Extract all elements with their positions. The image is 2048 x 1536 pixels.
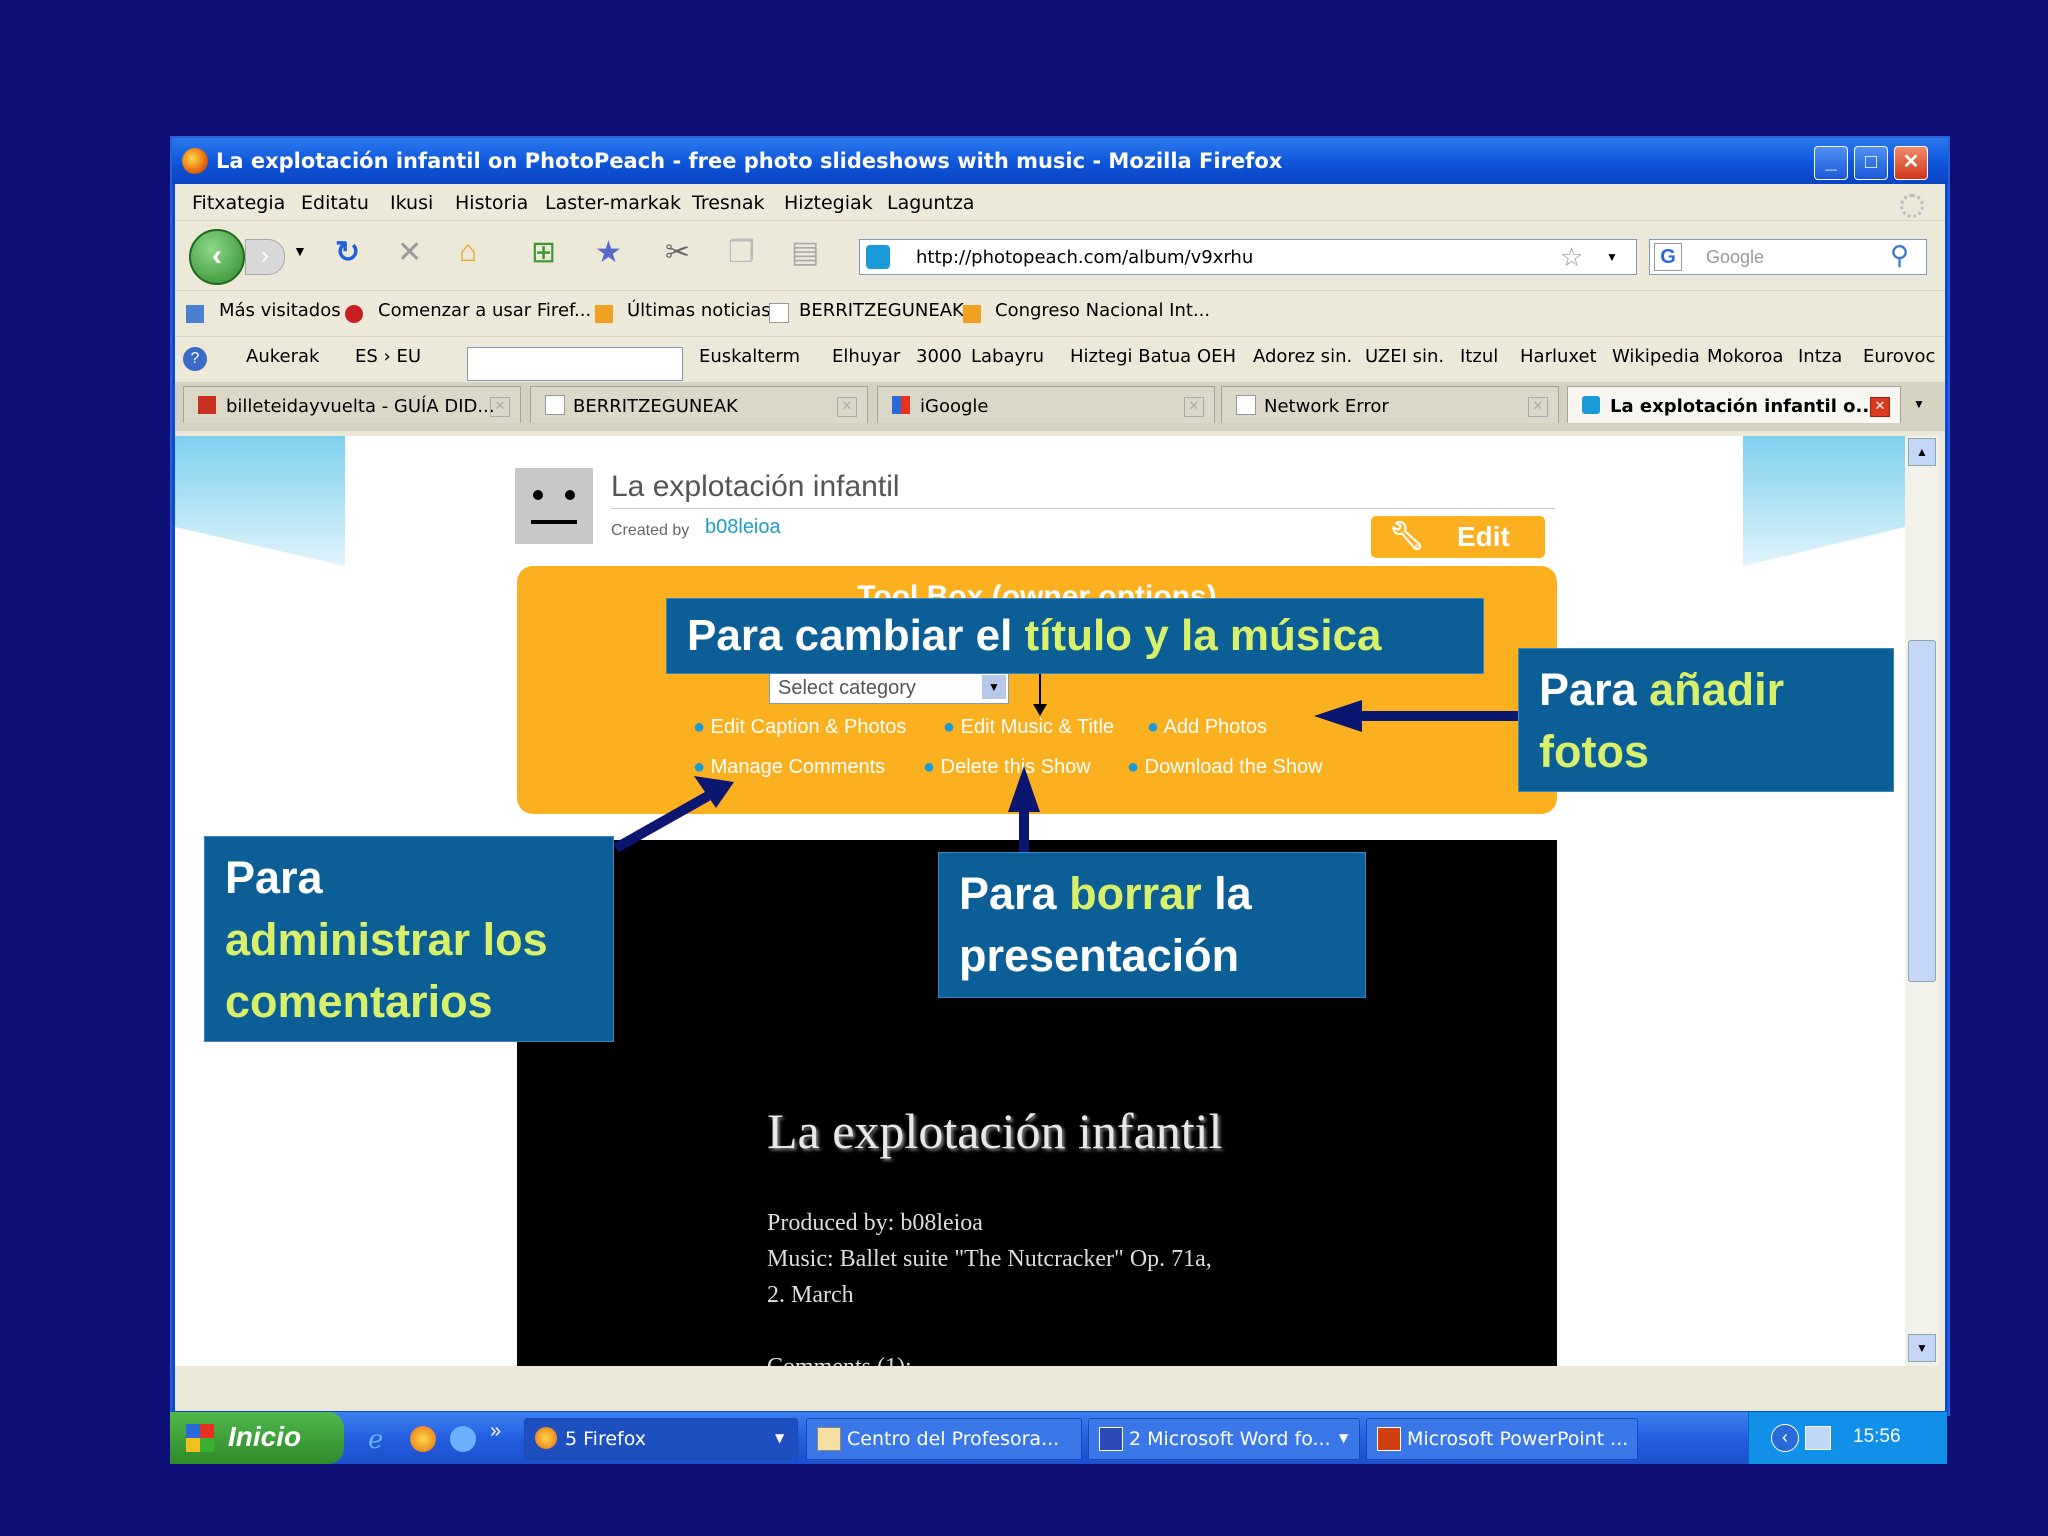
start-button[interactable]: Inicio [170, 1412, 344, 1464]
task-centro-profesorado[interactable]: Centro del Profesora... [806, 1418, 1082, 1460]
group-dropdown-icon[interactable]: ▼ [1339, 1431, 1348, 1445]
task-firefox[interactable]: 5 Firefox ▼ [524, 1418, 798, 1460]
windows-logo-icon [186, 1424, 214, 1452]
arrow-head [1008, 766, 1040, 812]
firefox-icon [535, 1427, 557, 1449]
firefox-icon[interactable] [410, 1426, 436, 1452]
powerpoint-icon [1377, 1427, 1401, 1451]
tray-expand-icon[interactable]: ‹ [1771, 1424, 1799, 1452]
internet-explorer-icon[interactable]: ℯ [368, 1424, 383, 1455]
callout-administrar-comentarios: Para administrar los comentarios [204, 836, 614, 1042]
arrow-head [1033, 704, 1047, 716]
arrow-head [1314, 700, 1362, 732]
paint-icon [817, 1427, 841, 1451]
quicklaunch-more-icon[interactable]: » [490, 1420, 501, 1443]
network-icon[interactable] [1805, 1426, 1831, 1450]
system-tray: ‹ 15:56 [1748, 1412, 1947, 1464]
outlook-icon[interactable] [450, 1426, 476, 1452]
clock: 15:56 [1853, 1426, 1901, 1447]
callout-titulo-musica: Para cambiar el título y la música [666, 598, 1484, 674]
group-dropdown-icon[interactable]: ▼ [775, 1431, 784, 1445]
taskbar: Inicio ℯ » 5 Firefox ▼ Centro del Profes… [170, 1412, 1947, 1464]
callout-anadir-fotos: Para añadir fotos [1518, 648, 1894, 792]
arrow-to-manage-comments [613, 791, 711, 853]
word-icon [1099, 1427, 1123, 1451]
task-word[interactable]: 2 Microsoft Word fo... ▼ [1088, 1418, 1360, 1460]
callout-borrar-presentacion: Para borrar la presentación [938, 852, 1366, 998]
task-powerpoint[interactable]: Microsoft PowerPoint ... [1366, 1418, 1638, 1460]
